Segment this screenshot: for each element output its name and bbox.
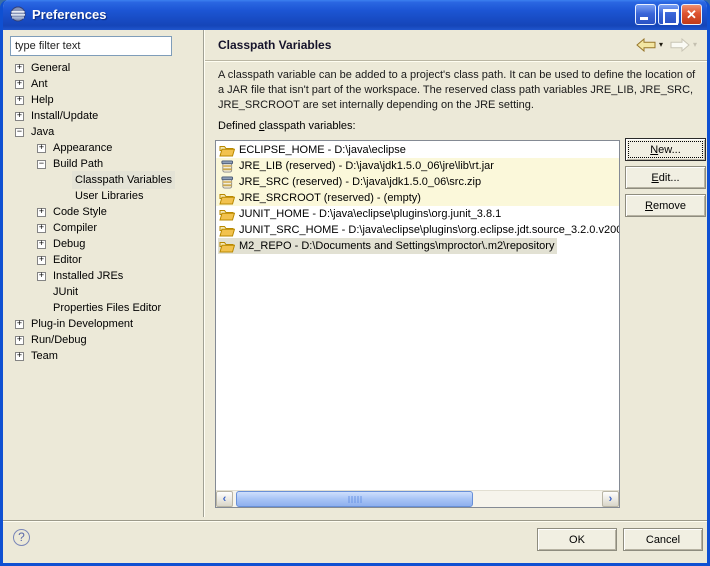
expand-plus-icon[interactable]: + xyxy=(15,320,24,329)
scrollbar-thumb[interactable] xyxy=(236,491,473,507)
jar-icon xyxy=(219,160,235,173)
expand-plus-icon[interactable]: + xyxy=(37,208,46,217)
tree-item-run-debug[interactable]: +Run/Debug xyxy=(6,332,202,348)
folder-open-icon xyxy=(219,224,235,237)
window-title: Preferences xyxy=(32,7,106,22)
list-item-label: JRE_LIB (reserved) - D:\java\jdk1.5.0_06… xyxy=(239,158,494,174)
new-button[interactable]: New... xyxy=(625,138,706,161)
edit-button[interactable]: Edit... xyxy=(625,166,706,189)
scroll-right-icon[interactable]: › xyxy=(602,491,619,507)
tree-item-installed-jres[interactable]: +Installed JREs xyxy=(6,268,202,284)
list-item[interactable]: ECLIPSE_HOME - D:\java\eclipse xyxy=(216,142,619,158)
preferences-tree: +General+Ant+Help+Install/Update−Java+Ap… xyxy=(6,60,202,513)
list-actions: New... Edit... Remove xyxy=(625,138,706,217)
tree-item-help[interactable]: +Help xyxy=(6,92,202,108)
back-arrow-icon[interactable] xyxy=(636,38,656,52)
forward-arrow-icon xyxy=(670,38,690,52)
tree-item-properties-files-editor[interactable]: Properties Files Editor xyxy=(6,300,202,316)
list-item-label: ECLIPSE_HOME - D:\java\eclipse xyxy=(239,142,406,158)
eclipse-logo-icon xyxy=(10,6,26,22)
help-button[interactable]: ? xyxy=(13,529,30,546)
tree-item-plug-in-development[interactable]: +Plug-in Development xyxy=(6,316,202,332)
tree-item-classpath-variables[interactable]: Classpath Variables xyxy=(6,172,202,188)
list-item-label: JUNIT_HOME - D:\java\eclipse\plugins\org… xyxy=(239,206,501,222)
defined-variables-label: Defined classpath variables: xyxy=(218,120,356,132)
list-item-label: M2_REPO - D:\Documents and Settings\mpro… xyxy=(239,238,554,254)
horizontal-scrollbar[interactable]: ‹ › xyxy=(216,490,619,507)
list-item-label: JRE_SRCROOT (reserved) - (empty) xyxy=(239,190,421,206)
expand-plus-icon[interactable]: + xyxy=(15,112,24,121)
tree-item-label: Team xyxy=(28,347,61,365)
list-item-label: JRE_SRC (reserved) - D:\java\jdk1.5.0_06… xyxy=(239,174,481,190)
description-text: A classpath variable can be added to a p… xyxy=(218,68,704,113)
tree-item-debug[interactable]: +Debug xyxy=(6,236,202,252)
list-item[interactable]: JRE_SRCROOT (reserved) - (empty) xyxy=(216,190,619,206)
tree-indent xyxy=(59,192,68,201)
folder-open-icon xyxy=(219,208,235,221)
maximize-button[interactable] xyxy=(658,4,679,25)
cancel-button[interactable]: Cancel xyxy=(623,528,703,551)
tree-item-ant[interactable]: +Ant xyxy=(6,76,202,92)
list-item[interactable]: JUNIT_SRC_HOME - D:\java\eclipse\plugins… xyxy=(216,222,619,238)
expand-plus-icon[interactable]: + xyxy=(15,80,24,89)
tree-item-general[interactable]: +General xyxy=(6,60,202,76)
page-title: Classpath Variables xyxy=(218,38,331,52)
expand-plus-icon[interactable]: + xyxy=(15,352,24,361)
list-item[interactable]: JRE_SRC (reserved) - D:\java\jdk1.5.0_06… xyxy=(216,174,619,190)
expand-plus-icon[interactable]: + xyxy=(37,256,46,265)
back-dropdown-icon[interactable]: ▾ xyxy=(659,41,663,49)
list-item[interactable]: JUNIT_HOME - D:\java\eclipse\plugins\org… xyxy=(216,206,619,222)
titlebar[interactable]: Preferences xyxy=(3,0,707,30)
tree-indent xyxy=(59,176,68,185)
remove-button[interactable]: Remove xyxy=(625,194,706,217)
expand-plus-icon[interactable]: + xyxy=(15,96,24,105)
tree-item-install-update[interactable]: +Install/Update xyxy=(6,108,202,124)
tree-indent xyxy=(37,304,46,313)
tree-item-appearance[interactable]: +Appearance xyxy=(6,140,202,156)
collapse-minus-icon[interactable]: − xyxy=(15,128,24,137)
filter-input[interactable] xyxy=(10,36,172,56)
expand-plus-icon[interactable]: + xyxy=(37,272,46,281)
tree-item-user-libraries[interactable]: User Libraries xyxy=(6,188,202,204)
tree-item-java[interactable]: −Java xyxy=(6,124,202,140)
collapse-minus-icon[interactable]: − xyxy=(37,160,46,169)
header-separator xyxy=(205,60,707,61)
list-item[interactable]: JRE_LIB (reserved) - D:\java\jdk1.5.0_06… xyxy=(216,158,619,174)
close-button[interactable] xyxy=(681,4,702,25)
tree-item-build-path[interactable]: −Build Path xyxy=(6,156,202,172)
folder-open-icon xyxy=(219,144,235,157)
tree-item-code-style[interactable]: +Code Style xyxy=(6,204,202,220)
tree-item-compiler[interactable]: +Compiler xyxy=(6,220,202,236)
expand-plus-icon[interactable]: + xyxy=(15,336,24,345)
jar-icon xyxy=(219,176,235,189)
classpath-variables-list: ECLIPSE_HOME - D:\java\eclipseJRE_LIB (r… xyxy=(215,140,620,508)
footer-separator xyxy=(3,520,707,521)
expand-plus-icon[interactable]: + xyxy=(15,64,24,73)
list-rows: ECLIPSE_HOME - D:\java\eclipseJRE_LIB (r… xyxy=(216,142,619,254)
folder-open-icon xyxy=(219,240,235,253)
expand-plus-icon[interactable]: + xyxy=(37,240,46,249)
tree-item-team[interactable]: + Team xyxy=(6,348,202,364)
forward-dropdown-icon: ▾ xyxy=(693,41,697,49)
tree-item-editor[interactable]: +Editor xyxy=(6,252,202,268)
folder-open-icon xyxy=(219,192,235,205)
list-item[interactable]: M2_REPO - D:\Documents and Settings\mpro… xyxy=(216,238,619,254)
ok-button[interactable]: OK xyxy=(537,528,617,551)
list-item-label: JUNIT_SRC_HOME - D:\java\eclipse\plugins… xyxy=(239,222,619,238)
pane-divider-highlight xyxy=(204,30,205,517)
minimize-button[interactable] xyxy=(635,4,656,25)
expand-plus-icon[interactable]: + xyxy=(37,224,46,233)
scroll-left-icon[interactable]: ‹ xyxy=(216,491,233,507)
preferences-dialog: Preferences +General+Ant+Help+Install/Up… xyxy=(0,0,710,566)
expand-plus-icon[interactable]: + xyxy=(37,144,46,153)
tree-item-junit[interactable]: JUnit xyxy=(6,284,202,300)
tree-indent xyxy=(37,288,46,297)
